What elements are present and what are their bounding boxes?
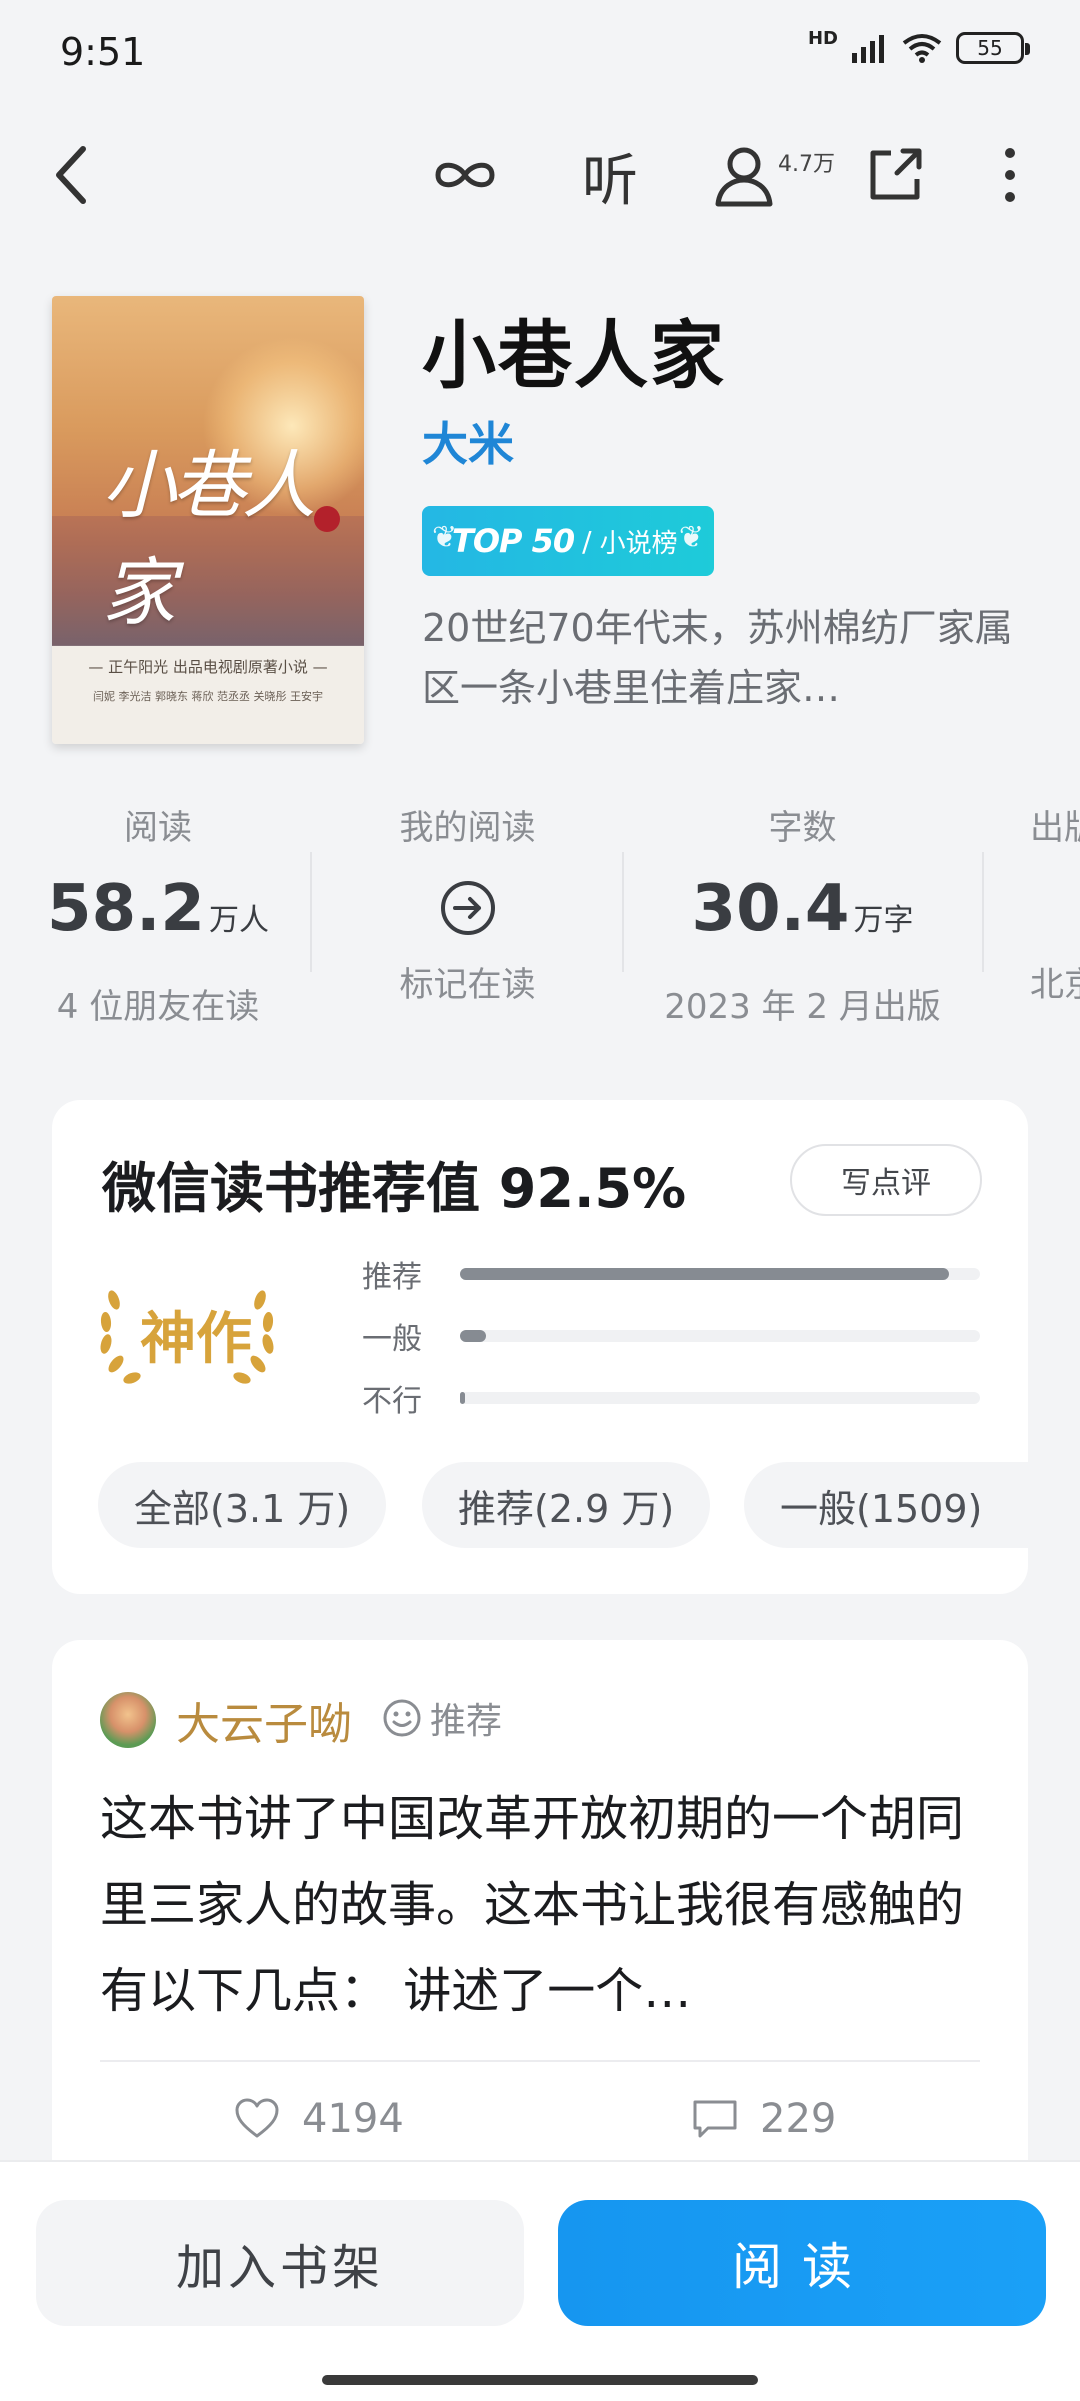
stat-sub: 2023 年 2 月出版: [664, 987, 941, 1027]
person-icon: [715, 147, 773, 207]
divider: [982, 852, 984, 972]
readers-button[interactable]: 4.7万: [712, 136, 842, 216]
badge-separator: /: [582, 524, 592, 558]
heart-icon: [235, 2098, 279, 2138]
status-bar: 9:51 HD 55: [0, 0, 1080, 110]
divider: [310, 852, 312, 972]
reviewer-name[interactable]: 大云子呦: [176, 1688, 352, 1752]
comment-count: 229: [760, 2096, 837, 2142]
status-time: 9:51: [60, 30, 146, 74]
stat-sub: 标记在读: [399, 965, 536, 1005]
add-to-shelf-button[interactable]: 加入书架: [36, 2200, 524, 2326]
comment-button[interactable]: 229: [692, 2096, 836, 2142]
smile-icon: [383, 1699, 421, 1737]
signal-icon: [852, 35, 884, 63]
bar-label: 一般: [362, 1322, 422, 1357]
stat-publisher[interactable]: 出版社 北京: [1030, 800, 1080, 1006]
rating-bar-recommend: 推荐: [362, 1252, 982, 1295]
bar-label: 不行: [362, 1384, 422, 1419]
more-vertical-icon: [1005, 148, 1015, 202]
battery-level: 55: [977, 36, 1003, 60]
more-button[interactable]: [985, 140, 1035, 210]
bar-fill: [460, 1268, 949, 1280]
stat-label: 我的阅读: [399, 808, 536, 848]
stat-my-reading[interactable]: 我的阅读 标记在读: [340, 800, 595, 1006]
bar-fill: [460, 1330, 486, 1342]
bar-fill: [460, 1392, 466, 1404]
listen-label: 听: [582, 148, 638, 214]
book-title: 小巷人家: [422, 313, 726, 399]
review-text[interactable]: 这本书讲了中国改革开放初期的一个胡同里三家人的故事。这本书让我很有感触的有以下几…: [100, 1776, 980, 2034]
rating-level: 神作: [140, 1306, 252, 1372]
recommend-score-title: 微信读书推荐值 92.5%: [102, 1157, 687, 1220]
top-rank-badge[interactable]: ❦ TOP 50 / 小说榜 ❦: [422, 506, 714, 576]
stat-reading[interactable]: 阅读 58.2 万人 4 位朋友在读: [40, 800, 276, 1028]
status-icons: HD 55: [808, 28, 1030, 64]
share-button[interactable]: [860, 140, 930, 210]
read-button[interactable]: 阅读: [558, 2200, 1046, 2326]
bar-track: [460, 1392, 980, 1404]
bottom-action-bar: 加入书架 阅读: [0, 2160, 1080, 2401]
stat-value: 30.4 万字: [691, 872, 914, 946]
like-count: 4194: [302, 2096, 404, 2142]
rating-bar-average: 一般: [362, 1314, 982, 1357]
rating-level-badge: 神作: [92, 1280, 282, 1390]
stat-sub: 北京: [1030, 965, 1080, 1005]
laurel-left-icon: ❦: [432, 520, 458, 555]
filter-chip-all[interactable]: 全部(3.1 万): [98, 1462, 387, 1548]
badge-top-label: TOP 50: [452, 522, 575, 560]
arrow-circle-icon: [440, 881, 495, 935]
divider: [100, 2060, 980, 2062]
infinity-icon: [435, 162, 495, 188]
book-summary[interactable]: 20世纪70年代末，苏州棉纺厂家属区一条小巷里住着庄家…: [422, 598, 1042, 718]
stat-sub: 4 位朋友在读: [56, 987, 260, 1027]
share-icon: [870, 148, 922, 200]
laurel-right-icon: ❦: [678, 520, 704, 555]
book-author[interactable]: 大米: [422, 408, 514, 474]
chevron-left-icon: [56, 146, 86, 204]
recommend-tag-label: 推荐: [430, 1701, 503, 1742]
bar-track: [460, 1330, 980, 1342]
cover-cast: 闫妮 李光洁 郭晓东 蒋欣 范丞丞 关晓彤 王安宇: [93, 690, 323, 703]
stat-word-count[interactable]: 字数 30.4 万字 2023 年 2 月出版: [645, 800, 960, 1028]
bar-label: 推荐: [362, 1260, 422, 1295]
readers-count: 4.7万: [778, 152, 835, 177]
stat-label: 阅读: [124, 808, 192, 848]
cover-caption: — 正午阳光 出品电视剧原著小说 —: [88, 658, 328, 676]
divider: [622, 852, 624, 972]
bar-track: [460, 1268, 980, 1280]
infinite-card-button[interactable]: [420, 140, 510, 210]
cover-title: 小巷人家: [102, 443, 316, 636]
rating-bar-bad: 不行: [362, 1376, 982, 1419]
wifi-icon: [902, 34, 942, 63]
like-button[interactable]: 4194: [234, 2096, 404, 2142]
avatar[interactable]: [100, 1692, 156, 1748]
recommend-tag: 推荐: [382, 1692, 502, 1744]
write-review-button[interactable]: 写点评: [790, 1144, 982, 1216]
stats-row: 阅读 58.2 万人 4 位朋友在读 我的阅读 标记在读 字数 30.4 万字 20…: [0, 800, 1080, 1050]
listen-button[interactable]: 听: [570, 136, 650, 216]
stat-label: 字数: [768, 808, 837, 848]
filter-chip-average[interactable]: 一般(1509): [744, 1462, 1028, 1548]
badge-category: 小说榜: [599, 528, 678, 559]
comment-icon: [693, 2100, 737, 2138]
battery-icon: 55: [956, 32, 1030, 64]
top-bar: 听 4.7万: [0, 130, 1080, 220]
back-button[interactable]: [36, 140, 106, 210]
stat-label: 出版社: [1030, 808, 1080, 848]
rating-card: 微信读书推荐值 92.5% 写点评 神作 推荐 一般 不行 全部(3.1 万) …: [52, 1100, 1028, 1594]
home-indicator[interactable]: [322, 2375, 758, 2385]
book-cover[interactable]: 小巷人家 — 正午阳光 出品电视剧原著小说 — 闫妮 李光洁 郭晓东 蒋欣 范丞…: [52, 296, 364, 744]
network-type: HD: [807, 27, 838, 49]
filter-chip-recommend[interactable]: 推荐(2.9 万): [422, 1462, 711, 1548]
stat-value: 58.2 万人: [47, 872, 269, 946]
